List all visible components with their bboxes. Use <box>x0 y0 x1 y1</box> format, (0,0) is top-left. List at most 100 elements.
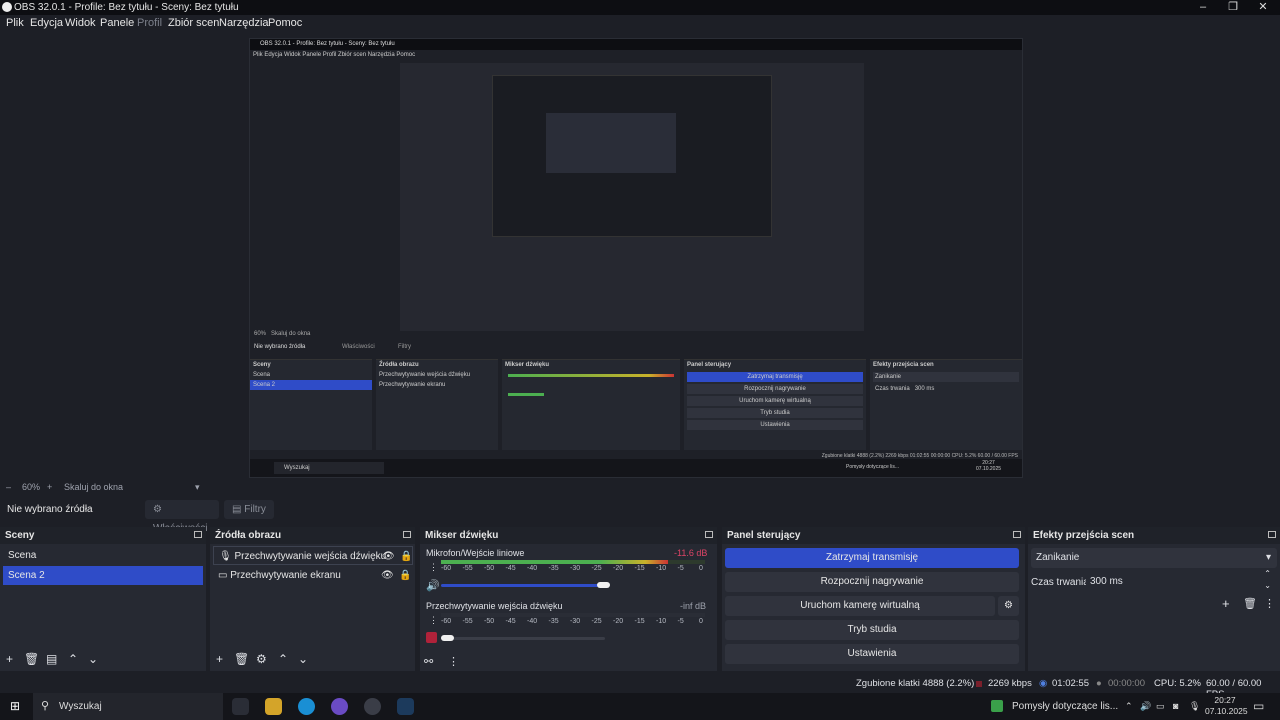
dock-undock-icon[interactable] <box>1268 531 1276 538</box>
dropped-frames: Zgubione klatki 4888 (2.2%) <box>856 678 975 689</box>
notifications-icon[interactable]: ▭ <box>1253 699 1264 713</box>
preview-mixer-dock: Mikser dźwięku <box>502 359 680 450</box>
clock[interactable]: 20:27 07.10.2025 <box>1205 695 1248 717</box>
chevron-up-icon[interactable]: ⌃ <box>278 652 288 666</box>
chevron-up-icon[interactable]: ⌃ <box>1125 701 1133 712</box>
app-icon[interactable] <box>397 698 414 715</box>
lock-icon[interactable]: 🔒 <box>400 547 412 566</box>
preview-window-title: OBS 32.0.1 - Profile: Bez tytułu - Sceny… <box>250 39 1022 50</box>
volume-slider[interactable] <box>441 637 605 640</box>
kebab-menu-icon[interactable]: ⋮ <box>448 655 459 668</box>
meter-tick-label: -35 <box>548 618 559 625</box>
transition-select[interactable]: Zanikanie ▾ <box>1031 548 1277 568</box>
no-source-label: Nie wybrano źródła <box>7 504 93 515</box>
link-icon[interactable]: ⚯ <box>424 655 433 668</box>
dock-undock-icon[interactable] <box>403 531 411 538</box>
meter-tick-label: -55 <box>462 618 473 625</box>
chevron-down-icon[interactable]: ⌄ <box>298 652 308 666</box>
dock-undock-icon[interactable] <box>1013 531 1021 538</box>
preview-canvas[interactable]: OBS 32.0.1 - Profile: Bez tytułu - Sceny… <box>249 38 1023 478</box>
kebab-menu-icon[interactable]: ⋮ <box>429 562 438 573</box>
duration-input[interactable]: 300 ms ⌃ ⌄ <box>1086 569 1277 592</box>
menu-help[interactable]: Pomoc <box>268 17 302 29</box>
trash-icon[interactable]: 🗑 <box>234 652 249 666</box>
chevron-down-icon[interactable]: ⌄ <box>88 652 98 666</box>
gear-icon[interactable]: ⚙ <box>256 652 267 666</box>
notification-text[interactable]: Pomysły dotyczące lis... <box>1012 701 1118 712</box>
volume-slider-handle[interactable] <box>441 635 454 641</box>
trash-icon[interactable]: 🗑 <box>24 652 39 666</box>
properties-button[interactable]: ⚙ Właściwości <box>145 500 219 534</box>
sources-title: Źródła obrazu <box>210 527 415 544</box>
eye-icon[interactable]: 👁 <box>382 547 395 566</box>
windows-start-icon[interactable]: ⊞ <box>10 700 23 713</box>
zoom-out-button[interactable]: – <box>6 482 11 492</box>
kebab-menu-icon[interactable]: ⋮ <box>429 615 438 626</box>
mixer-channel-level: -inf dB <box>680 601 707 611</box>
taskbar-search[interactable]: ⚲ Wyszukaj <box>33 693 223 720</box>
camera-icon[interactable]: ◙ <box>1173 701 1178 711</box>
spinner-icon[interactable]: ⌃ ⌄ <box>1264 568 1271 592</box>
stop-stream-button[interactable]: Zatrzymaj transmisję <box>725 548 1019 568</box>
menu-docks[interactable]: Panele <box>100 17 134 29</box>
menu-profile[interactable]: Profil <box>137 17 162 29</box>
add-icon[interactable]: + <box>6 652 13 666</box>
meter-tick-label: -20 <box>613 618 624 625</box>
meter-tick-label: -40 <box>527 565 538 572</box>
meter-tick-label: -15 <box>634 565 645 572</box>
add-icon[interactable]: + <box>1222 596 1230 611</box>
preview-docks: Sceny Scena Scena 2 Źródła obrazu Przech… <box>250 359 1022 455</box>
studio-mode-button[interactable]: Tryb studia <box>725 620 1019 640</box>
meter-tick-label: -50 <box>484 565 495 572</box>
menu-scene-collection[interactable]: Zbiór scen <box>168 17 219 29</box>
chevron-down-icon[interactable]: ▾ <box>195 482 200 493</box>
close-button[interactable]: ✕ <box>1248 0 1278 15</box>
volume-slider[interactable] <box>441 584 605 587</box>
virtual-camera-settings-button[interactable]: ⚙ <box>998 596 1019 616</box>
menu-view[interactable]: Widok <box>65 17 96 29</box>
obs-icon[interactable] <box>364 698 381 715</box>
chrome-icon[interactable] <box>331 698 348 715</box>
menu-edit[interactable]: Edycja <box>30 17 63 29</box>
meter-tick-label: -25 <box>591 618 602 625</box>
microphone-icon[interactable]: 🎙 <box>1189 701 1200 712</box>
dock-undock-icon[interactable] <box>705 531 713 538</box>
scene-item-selected[interactable]: Scena 2 <box>3 566 203 585</box>
source-item[interactable]: 🎙 Przechwytywanie wejścia dźwięku 👁 🔒 <box>213 546 413 565</box>
settings-button[interactable]: Ustawienia <box>725 644 1019 664</box>
maximize-button[interactable]: ❐ <box>1218 0 1248 15</box>
add-icon[interactable]: + <box>216 652 223 666</box>
virtual-camera-button[interactable]: Uruchom kamerę wirtualną <box>725 596 995 616</box>
filters-button[interactable]: ▤ Filtry <box>224 500 274 519</box>
chevron-up-icon[interactable]: ⌃ <box>68 652 78 666</box>
task-view-icon[interactable] <box>232 698 249 715</box>
chevron-down-icon: ▾ <box>1265 552 1271 563</box>
scene-item[interactable]: Scena <box>3 546 203 565</box>
eye-icon[interactable]: 👁 <box>381 566 394 585</box>
muted-speaker-icon[interactable] <box>426 632 437 643</box>
volume-slider-handle[interactable] <box>597 582 610 588</box>
scale-mode[interactable]: Skaluj do okna <box>64 482 123 492</box>
volume-icon[interactable]: 🔊 <box>1140 701 1151 712</box>
filter-icon[interactable]: ▤ <box>46 652 57 666</box>
menu-file[interactable]: Plik <box>6 17 24 29</box>
menu-tools[interactable]: Narzędzia <box>219 17 269 29</box>
gear-icon: ⚙ <box>153 504 162 515</box>
transitions-title: Efekty przejścia scen <box>1028 527 1280 544</box>
source-toolbar: Nie wybrano źródła ⚙ Właściwości ▤ Filtr… <box>0 498 1280 534</box>
edge-icon[interactable] <box>298 698 315 715</box>
zoom-in-button[interactable]: + <box>47 482 52 492</box>
trash-icon[interactable]: 🗑 <box>1243 597 1257 610</box>
speaker-icon[interactable]: 🔊 <box>426 579 440 592</box>
lock-icon[interactable]: 🔒 <box>399 566 411 585</box>
start-recording-button[interactable]: Rozpocznij nagrywanie <box>725 572 1019 592</box>
nested-preview <box>400 63 864 331</box>
file-explorer-icon[interactable] <box>265 698 282 715</box>
window-title: OBS 32.0.1 - Profile: Bez tytułu - Sceny… <box>14 2 239 13</box>
dock-undock-icon[interactable] <box>194 531 202 538</box>
minimize-button[interactable]: – <box>1188 0 1218 15</box>
kebab-menu-icon[interactable]: ⋮ <box>1264 597 1275 610</box>
nested-preview-core <box>546 113 676 173</box>
source-item[interactable]: ▭ Przechwytywanie ekranu 👁 🔒 <box>213 566 413 585</box>
network-icon[interactable]: ▭ <box>1156 701 1165 712</box>
